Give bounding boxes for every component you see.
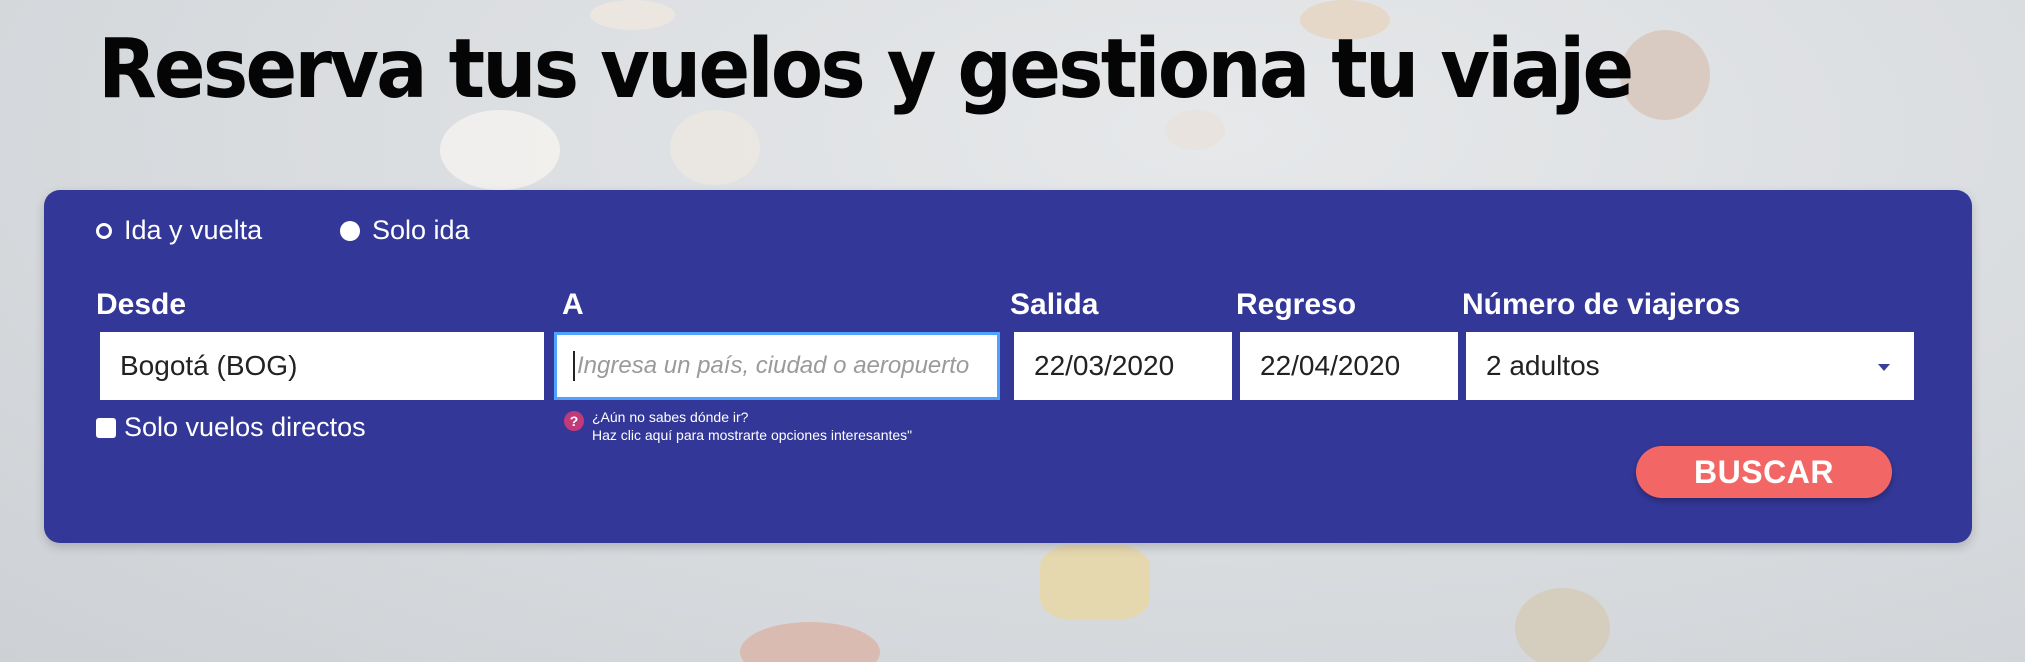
shell-decoration <box>740 622 880 662</box>
shell-decoration <box>440 110 560 190</box>
travelers-label: Número de viajeros <box>1462 288 1741 321</box>
direct-flights-checkbox[interactable]: Solo vuelos directos <box>96 412 366 443</box>
hint-line-1: ¿Aún no sabes dónde ir? <box>592 409 749 425</box>
return-date-value: 22/04/2020 <box>1260 350 1401 381</box>
destination-hint-link[interactable]: ? ¿Aún no sabes dónde ir? Haz clic aquí … <box>564 408 912 444</box>
shell-decoration <box>1040 545 1150 620</box>
radio-round-trip-label: Ida y vuelta <box>124 215 263 245</box>
hint-line-2: Haz clic aquí para mostrarte opciones in… <box>592 427 913 443</box>
to-input[interactable] <box>573 351 997 381</box>
radio-round-trip[interactable]: Ida y vuelta <box>96 215 262 246</box>
shell-decoration <box>1515 588 1610 662</box>
departure-label: Salida <box>1010 288 1099 321</box>
to-field[interactable] <box>554 332 1000 400</box>
departure-date-value: 22/03/2020 <box>1034 350 1175 381</box>
travelers-select[interactable]: 2 adultos <box>1466 332 1914 400</box>
checkbox-icon <box>96 417 116 438</box>
shell-decoration <box>670 110 760 185</box>
flight-search-panel: Ida y vuelta Solo ida Desde A Salida Reg… <box>44 190 1972 543</box>
shell-decoration <box>1620 30 1710 120</box>
page-title: Reserva tus vuelos y gestiona tu viaje <box>98 22 1634 117</box>
from-field-value: Bogotá (BOG) <box>120 350 298 381</box>
travelers-value: 2 adultos <box>1486 350 1600 381</box>
search-button[interactable]: BUSCAR <box>1636 446 1892 498</box>
question-icon: ? <box>564 411 584 431</box>
return-date-field[interactable]: 22/04/2020 <box>1240 332 1458 400</box>
departure-date-field[interactable]: 22/03/2020 <box>1014 332 1232 400</box>
radio-one-way[interactable]: Solo ida <box>340 215 470 246</box>
radio-empty-icon <box>96 222 112 239</box>
direct-flights-label: Solo vuelos directos <box>124 412 366 442</box>
radio-filled-icon <box>340 220 360 241</box>
radio-one-way-label: Solo ida <box>372 215 470 245</box>
from-label: Desde <box>96 288 187 321</box>
chevron-down-icon <box>1878 364 1890 371</box>
to-label: A <box>562 288 584 321</box>
return-label: Regreso <box>1236 288 1357 321</box>
from-field[interactable]: Bogotá (BOG) <box>100 332 544 400</box>
